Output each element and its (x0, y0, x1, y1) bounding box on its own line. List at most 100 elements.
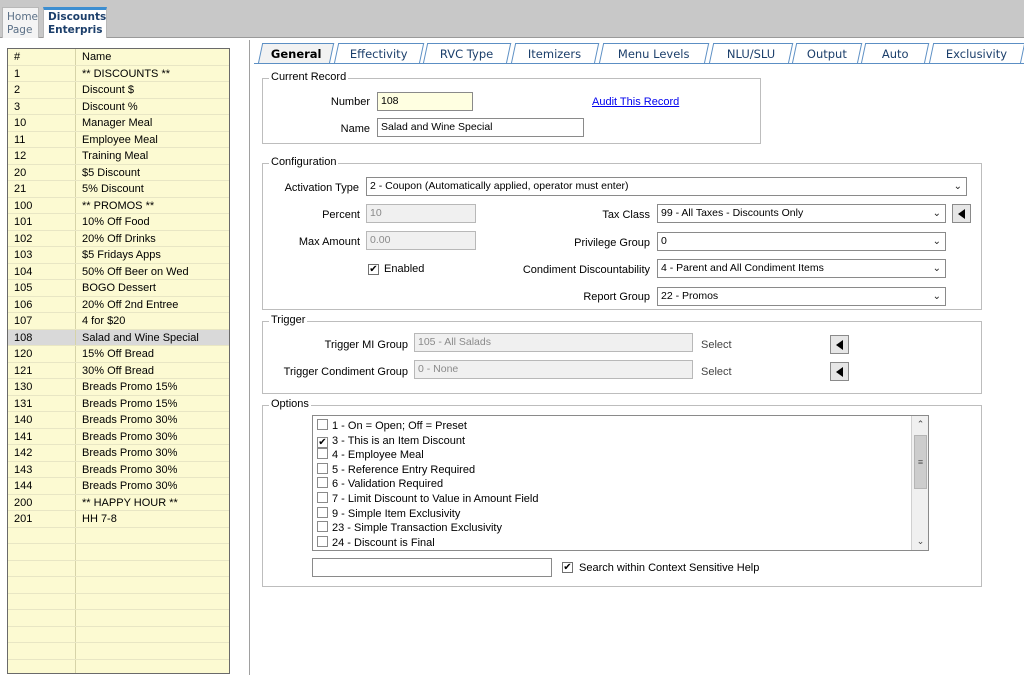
tab-exclusivity[interactable]: Exclusivity (928, 43, 1024, 64)
trigger-mi-select-label[interactable]: Select (701, 339, 732, 351)
table-row[interactable]: 101 10% Off Food (8, 214, 229, 231)
options-checklist[interactable]: 1 - On = Open; Off = Preset ✔ 3 - This is … (312, 415, 929, 551)
search-help-checkbox[interactable]: ✔ (562, 562, 573, 573)
max-amount-field[interactable]: 0.00 (366, 231, 476, 250)
table-row[interactable]: 121 30% Off Bread (8, 362, 229, 379)
trigger-mi-group-field[interactable]: 105 - All Salads (414, 333, 693, 352)
table-row[interactable]: 144 Breads Promo 30% (8, 478, 229, 495)
row-number: 12 (8, 148, 76, 164)
trigger-condiment-arrow-button[interactable] (830, 362, 849, 381)
empty-row (8, 626, 229, 643)
row-number: 104 (8, 263, 76, 279)
table-row[interactable]: 200 ** HAPPY HOUR ** (8, 494, 229, 511)
option-item[interactable]: 24 - Discount is Final (317, 535, 435, 550)
table-row[interactable]: 106 20% Off 2nd Entree (8, 296, 229, 313)
col-number-header[interactable]: # (8, 49, 76, 65)
condiment-discountability-select[interactable]: 4 - Parent and All Condiment Items ⌄ (657, 259, 946, 278)
scroll-up-icon[interactable]: ⌃ (912, 416, 928, 433)
empty-row (8, 659, 229, 673)
table-row[interactable]: 1 ** DISCOUNTS ** (8, 65, 229, 82)
col-name-header[interactable]: Name (77, 49, 229, 65)
panel-divider[interactable] (249, 40, 250, 675)
trigger-condiment-select-label[interactable]: Select (701, 366, 732, 378)
table-row[interactable]: 10 Manager Meal (8, 115, 229, 132)
option-checkbox[interactable] (317, 462, 328, 474)
activation-type-label: Activation Type (284, 182, 359, 194)
option-item[interactable]: ✔ 3 - This is an Item Discount (317, 434, 465, 448)
row-number: 102 (8, 230, 76, 246)
table-row[interactable]: 103 $5 Fridays Apps (8, 247, 229, 264)
tax-class-select[interactable]: 99 - All Taxes - Discounts Only ⌄ (657, 204, 946, 223)
table-row[interactable]: 142 Breads Promo 30% (8, 445, 229, 462)
privilege-group-select[interactable]: 0 ⌄ (657, 232, 946, 251)
row-number: 131 (8, 395, 76, 411)
option-item[interactable]: 5 - Reference Entry Required (317, 462, 475, 477)
tab-menu-levels[interactable]: Menu Levels (598, 43, 710, 64)
percent-field[interactable]: 10 (366, 204, 476, 223)
tab-auto[interactable]: Auto (860, 43, 930, 64)
row-name: ** PROMOS ** (82, 199, 155, 212)
row-number: 140 (8, 412, 76, 428)
option-item[interactable]: 7 - Limit Discount to Value in Amount Fi… (317, 492, 538, 506)
table-row[interactable]: 120 15% Off Bread (8, 346, 229, 363)
option-checkbox[interactable] (317, 492, 328, 503)
row-number: 11 (8, 131, 76, 147)
option-item[interactable]: 1 - On = Open; Off = Preset (317, 419, 467, 433)
option-checkbox[interactable] (317, 477, 328, 489)
option-checkbox[interactable] (317, 419, 328, 430)
table-row[interactable]: 102 20% Off Drinks (8, 230, 229, 247)
option-item[interactable]: 23 - Simple Transaction Exclusivity (317, 521, 502, 535)
table-row[interactable]: 21 5% Discount (8, 181, 229, 198)
row-number: 142 (8, 445, 76, 461)
row-name: Discount $ (82, 84, 134, 96)
scroll-down-icon[interactable]: ⌄ (912, 533, 928, 550)
name-field[interactable]: Salad and Wine Special (377, 118, 584, 137)
table-row[interactable]: 12 Training Meal (8, 148, 229, 165)
table-row[interactable]: 105 BOGO Dessert (8, 280, 229, 297)
option-checkbox[interactable] (317, 448, 328, 460)
option-item[interactable]: 4 - Employee Meal (317, 448, 424, 462)
tab-nlu-slu[interactable]: NLU/SLU (708, 43, 794, 64)
table-row[interactable]: 140 Breads Promo 30% (8, 412, 229, 429)
option-checkbox[interactable] (317, 506, 328, 518)
trigger-condiment-group-field[interactable]: 0 - None (414, 360, 693, 379)
table-row[interactable]: 108 Salad and Wine Special (8, 329, 229, 346)
table-row[interactable]: 131 Breads Promo 15% (8, 395, 229, 412)
tab-output[interactable]: Output (791, 43, 863, 64)
tax-class-arrow-button[interactable] (952, 204, 971, 223)
enabled-checkbox[interactable]: ✔ (368, 264, 379, 275)
scroll-thumb[interactable]: ≡ (914, 435, 927, 489)
report-group-select[interactable]: 22 - Promos ⌄ (657, 287, 946, 306)
table-row[interactable]: 141 Breads Promo 30% (8, 428, 229, 445)
table-row[interactable]: 100 ** PROMOS ** (8, 197, 229, 214)
option-item[interactable]: 6 - Validation Required (317, 477, 443, 491)
option-item[interactable]: 9 - Simple Item Exclusivity (317, 506, 460, 521)
tab-itemizers[interactable]: Itemizers (510, 43, 600, 64)
tab-home-page[interactable]: Home Page (2, 7, 39, 38)
help-search-input[interactable] (312, 558, 552, 577)
row-number: 141 (8, 428, 76, 444)
option-checkbox[interactable] (317, 535, 328, 547)
table-row[interactable]: 11 Employee Meal (8, 131, 229, 148)
tab-rvc-type[interactable]: RVC Type (422, 43, 512, 64)
option-checkbox[interactable]: ✔ (317, 436, 328, 448)
trigger-mi-arrow-button[interactable] (830, 335, 849, 354)
table-row[interactable]: 130 Breads Promo 15% (8, 379, 229, 396)
tab-discounts[interactable]: Discounts Enterpris (43, 7, 107, 38)
tab-effectivity[interactable]: Effectivity (333, 43, 425, 64)
options-scrollbar[interactable]: ⌃ ≡ ⌄ (911, 416, 928, 550)
activation-type-select[interactable]: 2 - Coupon (Automatically applied, opera… (366, 177, 967, 196)
table-row[interactable]: 3 Discount % (8, 98, 229, 115)
table-row[interactable]: 201 HH 7-8 (8, 511, 229, 528)
number-field[interactable]: 108 (377, 92, 473, 111)
option-checkbox[interactable] (317, 521, 328, 533)
table-row[interactable]: 143 Breads Promo 30% (8, 461, 229, 478)
table-row[interactable]: 20 $5 Discount (8, 164, 229, 181)
audit-record-link[interactable]: Audit This Record (592, 96, 679, 108)
tab-general[interactable]: General (257, 43, 335, 64)
table-row[interactable]: 107 4 for $20 (8, 313, 229, 330)
row-name: 20% Off Drinks (82, 232, 156, 245)
table-row[interactable]: 104 50% Off Beer on Wed (8, 263, 229, 280)
table-row[interactable]: 2 Discount $ (8, 82, 229, 99)
row-name: Breads Promo 30% (82, 430, 178, 443)
